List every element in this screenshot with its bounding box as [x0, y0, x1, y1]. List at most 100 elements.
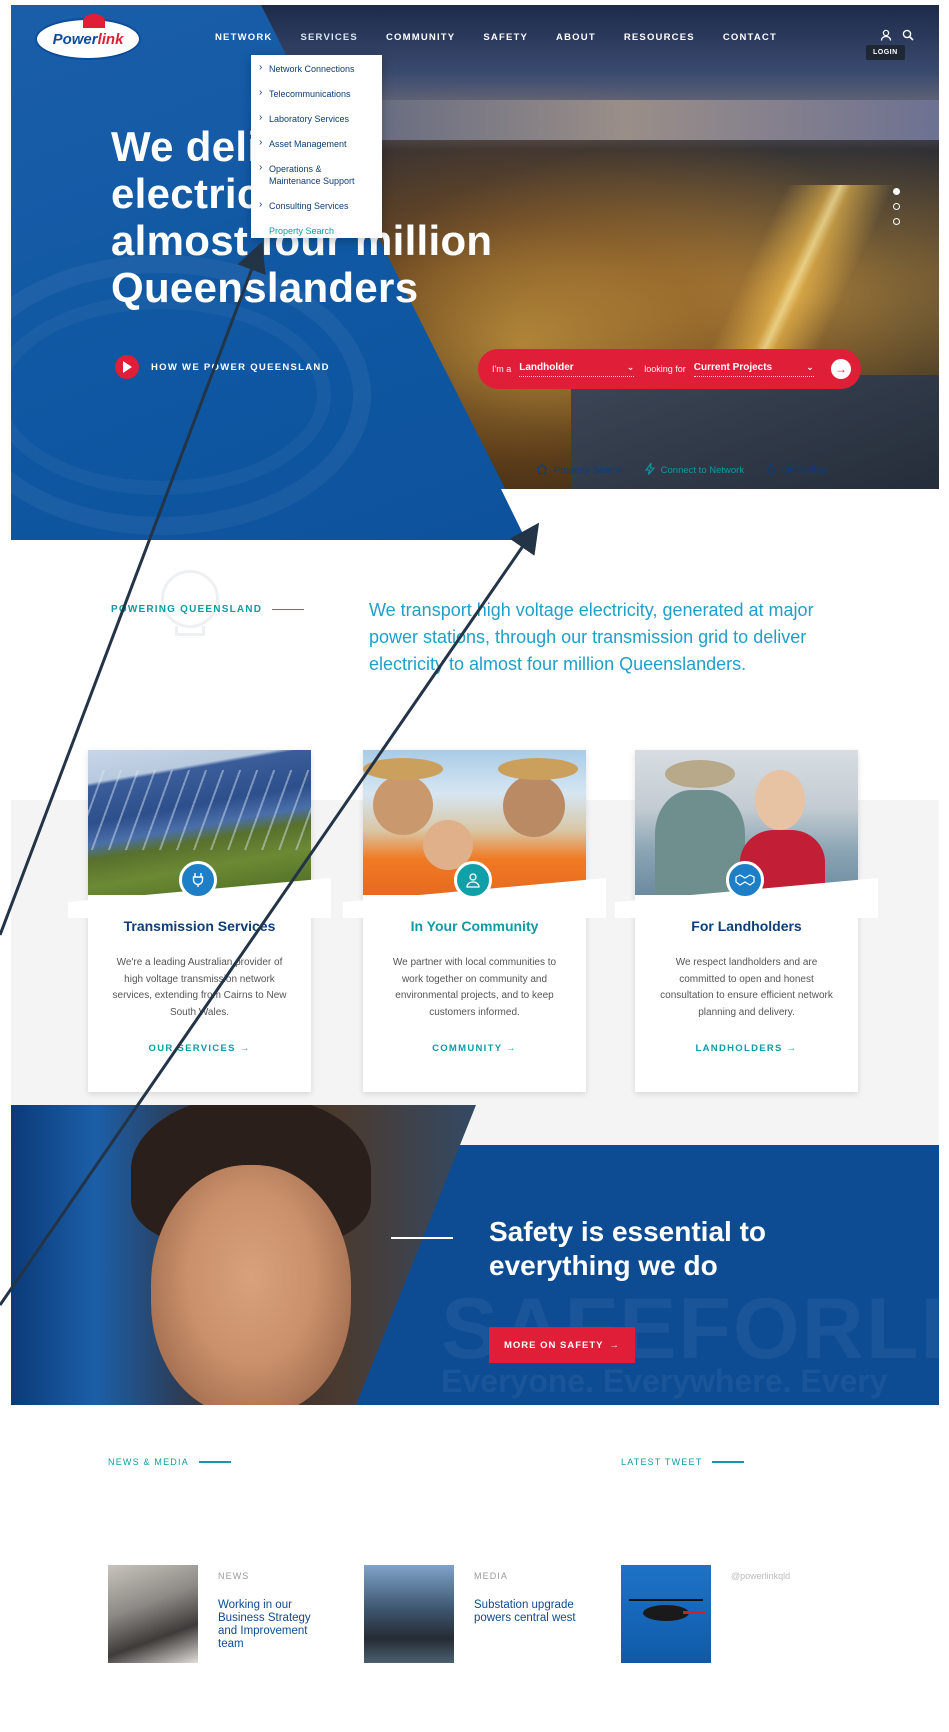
nav-icons [880, 29, 914, 44]
hero-heading-line-4: Queenslanders [111, 264, 419, 311]
our-services-link[interactable]: OUR SERVICES → [88, 1043, 311, 1054]
news-tag-label: NEWS & MEDIA [108, 1457, 189, 1467]
safety-heading-line-1: Safety is essential to [489, 1216, 767, 1247]
nav-about[interactable]: ABOUT [542, 30, 610, 48]
login-button[interactable]: LOGIN [866, 45, 905, 60]
news-media-tag: NEWS & MEDIA [108, 1457, 231, 1467]
nav-contact[interactable]: CONTACT [709, 30, 791, 48]
safety-button-label: MORE ON SAFETY [503, 1339, 604, 1351]
arrow-right-icon: → [506, 1043, 517, 1054]
chevron-down-icon: ⌄ [626, 361, 635, 372]
audience-finder: I'm a Landholder ⌄ looking for Current P… [478, 349, 861, 389]
arrow-right-icon: → [609, 1339, 620, 1351]
helicopter-image [621, 1565, 711, 1663]
finder-im-a-label: I'm a [492, 364, 512, 374]
card-title: Transmission Services [123, 918, 276, 934]
card-desc: We respect landholders and are committed… [660, 957, 833, 1018]
video-link-label: HOW WE POWER QUEENSLAND [151, 361, 330, 373]
arrow-right-icon: → [239, 1043, 251, 1054]
card-link-label: OUR SERVICES [148, 1043, 236, 1054]
news-title[interactable]: Substation upgrade powers central west [474, 1599, 584, 1625]
search-icon[interactable] [902, 29, 914, 44]
quick-link-property-search[interactable]: Property Search [536, 463, 623, 478]
latest-tweet-tag: LATEST TWEET [621, 1457, 745, 1467]
card-desc: We partner with local communities to wor… [392, 957, 557, 1018]
quick-link-label: Oil Testing [782, 465, 827, 476]
quick-link-label: Connect to Network [660, 465, 745, 476]
topic-select-value: Current Projects [693, 361, 773, 373]
slider-dots [893, 188, 900, 225]
news-category: NEWS [218, 1571, 250, 1581]
nav-services[interactable]: SERVICES [286, 30, 371, 48]
tweet-handle[interactable]: @powerlinkqld [731, 1571, 790, 1581]
news-category: MEDIA [474, 1571, 509, 1581]
powering-text: We transport high voltage electricity, g… [369, 600, 814, 674]
nav-community[interactable]: COMMUNITY [372, 30, 469, 48]
lightbulb-icon [161, 570, 219, 628]
how-we-power-video-link[interactable]: HOW WE POWER QUEENSLAND [115, 355, 330, 379]
handshake-icon [726, 861, 764, 899]
role-select-value: Landholder [519, 361, 574, 373]
powering-tag-label: POWERING QUEENSLAND [111, 604, 263, 615]
main-nav: NETWORK SERVICES COMMUNITY SAFETY ABOUT … [201, 30, 791, 48]
quick-link-oil-testing[interactable]: Oil Testing [766, 462, 827, 478]
menu-telecommunications[interactable]: Telecommunications [251, 87, 382, 113]
menu-asset-management[interactable]: Asset Management [251, 137, 382, 163]
arrow-right-icon: → [786, 1043, 798, 1054]
hero: Powerlink NETWORK SERVICES COMMUNITY SAF… [11, 5, 939, 540]
news-item[interactable]: NEWS Working in our Business Strategy an… [108, 1565, 328, 1663]
community-link[interactable]: COMMUNITY → [363, 1043, 586, 1054]
quick-link-label: Property Search [554, 465, 623, 476]
slider-dot-3[interactable] [893, 218, 900, 225]
news-title[interactable]: Working in our Business Strategy and Imp… [218, 1599, 328, 1651]
menu-laboratory-services[interactable]: Laboratory Services [251, 112, 382, 138]
slider-dot-1[interactable] [893, 188, 900, 195]
services-dropdown: Network Connections Telecommunications L… [251, 55, 382, 238]
card-desc: We're a leading Australian provider of h… [112, 957, 287, 1018]
quick-link-connect[interactable]: Connect to Network [644, 461, 745, 478]
arrow-right-icon: → [835, 362, 847, 376]
powerlink-logo[interactable]: Powerlink [35, 14, 141, 60]
user-icon[interactable] [880, 29, 892, 44]
safety-bg-subtext: Everyone. Everywhere. Every [441, 1363, 888, 1399]
card-link-label: COMMUNITY [432, 1043, 503, 1054]
nav-resources[interactable]: RESOURCES [610, 30, 709, 48]
card-landholders[interactable]: For Landholders We respect landholders a… [615, 750, 878, 1092]
role-select[interactable]: Landholder ⌄ [519, 361, 635, 377]
lightning-icon [644, 461, 655, 478]
nav-safety[interactable]: SAFETY [469, 30, 542, 48]
card-link-label: LANDHOLDERS [695, 1043, 783, 1054]
substation-image [364, 1565, 454, 1663]
office-worker-image [108, 1565, 198, 1663]
droplet-icon [766, 462, 776, 478]
menu-consulting-services[interactable]: Consulting Services [251, 199, 382, 225]
news-item[interactable]: MEDIA Substation upgrade powers central … [364, 1565, 584, 1663]
tweet-item[interactable]: @powerlinkqld [621, 1565, 790, 1663]
card-title: For Landholders [691, 918, 802, 934]
logo-text-1: Power [52, 30, 98, 48]
slider-dot-2[interactable] [893, 203, 900, 210]
topic-select[interactable]: Current Projects ⌄ [693, 361, 814, 377]
menu-property-search[interactable]: Property Search [251, 225, 382, 250]
safety-section: SAFEFORLIFE Everyone. Everywhere. Every … [11, 1105, 939, 1405]
card-transmission[interactable]: Transmission Services We're a leading Au… [68, 750, 331, 1092]
card-title: In Your Community [410, 918, 539, 934]
house-icon [536, 463, 548, 478]
card-community[interactable]: In Your Community We partner with local … [343, 750, 606, 1092]
tweet-tag-label: LATEST TWEET [621, 1457, 703, 1467]
logo-text-2: link [97, 30, 124, 48]
play-icon [115, 355, 139, 379]
finder-looking-for-label: looking for [644, 364, 686, 374]
plug-icon [179, 861, 217, 899]
nav-network[interactable]: NETWORK [201, 30, 286, 48]
menu-network-connections[interactable]: Network Connections [251, 62, 382, 88]
quick-links: Property Search Connect to Network Oil T… [536, 461, 827, 478]
powering-tag: POWERING QUEENSLAND [111, 604, 305, 615]
landholders-link[interactable]: LANDHOLDERS → [635, 1043, 858, 1054]
safety-heading: Safety is essential to everything we do [489, 1215, 869, 1283]
finder-go-button[interactable]: → [831, 359, 851, 379]
people-icon [454, 861, 492, 899]
more-on-safety-button[interactable]: MORE ON SAFETY → [489, 1327, 635, 1363]
page: Powerlink NETWORK SERVICES COMMUNITY SAF… [11, 5, 939, 1705]
menu-operations-maintenance[interactable]: Operations & Maintenance Support [251, 162, 382, 200]
